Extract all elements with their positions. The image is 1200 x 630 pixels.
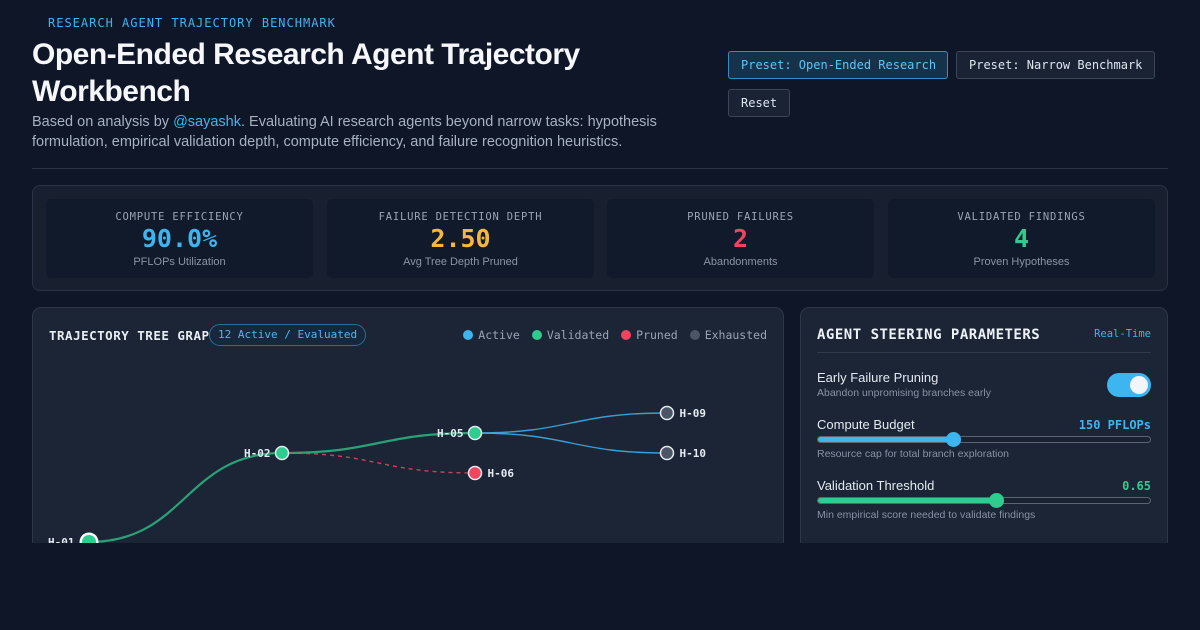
steering-divider — [817, 352, 1151, 353]
early-pruning-help: Abandon unpromising branches early — [817, 387, 991, 399]
metric-caption: Avg Tree Depth Pruned — [403, 256, 518, 268]
metric-label: VALIDATED FINDINGS — [957, 211, 1086, 223]
node-circle — [659, 405, 675, 421]
compute-budget-help: Resource cap for total branch exploratio… — [817, 448, 1010, 460]
node-h-09[interactable]: H-09 — [659, 405, 707, 421]
early-pruning-label: Early Failure Pruning — [817, 370, 939, 385]
eyebrow-label: RESEARCH AGENT TRAJECTORY BENCHMARK — [48, 16, 336, 30]
metric-value: 4 — [1013, 224, 1030, 253]
node-label: H-10 — [680, 447, 707, 460]
metric-label: COMPUTE EFFICIENCY — [115, 211, 244, 223]
slider-thumb[interactable] — [946, 432, 962, 447]
reset-button[interactable]: Reset — [728, 89, 790, 117]
legend-dot — [463, 330, 474, 340]
preset-open-ended-button[interactable]: Preset: Open-Ended Research — [728, 51, 948, 79]
edge-H-02-H-06 — [281, 452, 476, 474]
trajectory-graph-panel: H-01 H-02 H-05 H-06 H-09 H-10 TRAJECTORY TREE… — [32, 307, 784, 543]
validation-threshold-label: Validation Threshold — [817, 478, 935, 493]
node-label: H-02 — [244, 447, 271, 460]
node-circle — [467, 425, 483, 441]
slider-thumb[interactable] — [989, 493, 1005, 508]
legend-label: Pruned — [636, 328, 678, 342]
node-label: H-06 — [488, 467, 515, 480]
graph-count-badge: 12 Active / Evaluated — [209, 324, 367, 346]
viewport: RESEARCH AGENT TRAJECTORY BENCHMARK Open… — [0, 0, 1200, 543]
early-pruning-toggle[interactable] — [1107, 373, 1151, 397]
page-title: Open-Ended Research Agent Trajectory Wor… — [32, 38, 580, 108]
node-h-02[interactable]: H-02 — [244, 445, 290, 461]
legend-item-active: Active — [463, 328, 520, 342]
validation-threshold-help: Min empirical score needed to validate f… — [817, 509, 1036, 521]
legend-dot — [621, 330, 632, 340]
compute-budget-value: 150 PFLOPs — [1078, 418, 1151, 432]
metric-label: PRUNED FAILURES — [687, 211, 794, 223]
node-label: H-05 — [437, 427, 464, 440]
page-subtitle: Based on analysis by @sayashk. Evaluatin… — [32, 112, 712, 152]
metric-value: 90.0% — [141, 224, 218, 253]
header-divider — [32, 168, 1168, 169]
toggle-knob — [1130, 376, 1148, 394]
realtime-indicator: Real-Time — [1094, 328, 1151, 340]
node-h-01[interactable]: H-01 — [48, 532, 99, 544]
node-circle — [467, 465, 483, 481]
metric-caption: PFLOPs Utilization — [133, 256, 226, 268]
compute-budget-label: Compute Budget — [817, 417, 915, 432]
metric-label: FAILURE DETECTION DEPTH — [378, 211, 543, 223]
metric-card-failure-detection-depth: FAILURE DETECTION DEPTH 2.50 Avg Tree De… — [327, 199, 594, 278]
validation-threshold-slider[interactable] — [817, 493, 1151, 508]
preset-narrow-benchmark-button[interactable]: Preset: Narrow Benchmark — [956, 51, 1155, 79]
legend-label: Active — [478, 328, 520, 342]
metric-caption: Abandonments — [703, 256, 778, 268]
metric-caption: Proven Hypotheses — [973, 256, 1070, 268]
compute-budget-slider[interactable] — [817, 432, 1151, 447]
metric-card-validated-findings: VALIDATED FINDINGS 4 Proven Hypotheses — [888, 199, 1155, 278]
metrics-panel: COMPUTE EFFICIENCY 90.0% PFLOPs Utilizat… — [32, 185, 1168, 291]
graph-title: TRAJECTORY TREE GRAPH — [49, 328, 218, 343]
node-label: H-01 — [48, 536, 75, 543]
metric-value: 2 — [732, 224, 749, 253]
node-circle — [659, 445, 675, 461]
agent-steering-panel: AGENT STEERING PARAMETERS Real-Time Earl… — [800, 307, 1168, 543]
legend-dot — [531, 330, 542, 340]
legend-item-pruned: Pruned — [621, 328, 678, 342]
metric-card-compute-efficiency: COMPUTE EFFICIENCY 90.0% PFLOPs Utilizat… — [46, 199, 313, 278]
node-h-10[interactable]: H-10 — [659, 445, 707, 461]
node-circle — [274, 445, 290, 461]
validation-threshold-value: 0.65 — [1122, 479, 1151, 493]
node-h-05[interactable]: H-05 — [437, 425, 483, 441]
legend-dot — [689, 330, 700, 340]
legend-item-exhausted: Exhausted — [689, 328, 767, 342]
slider-fill — [818, 498, 998, 503]
author-handle-link[interactable]: @sayashk — [173, 114, 241, 130]
legend-item-validated: Validated — [531, 328, 610, 342]
node-h-06[interactable]: H-06 — [467, 465, 515, 481]
edge-H-05-H-10 — [474, 432, 668, 454]
metric-card-pruned-failures: PRUNED FAILURES 2 Abandonments — [607, 199, 874, 278]
slider-fill — [818, 437, 955, 442]
node-label: H-09 — [680, 407, 707, 420]
edge-H-05-H-09 — [474, 412, 668, 434]
metric-value: 2.50 — [430, 224, 491, 253]
subtitle-prefix: Based on analysis by — [32, 114, 174, 130]
trajectory-tree-canvas: H-01 H-02 H-05 H-06 H-09 H-10 — [48, 405, 707, 544]
legend-label: Exhausted — [704, 328, 767, 342]
edge-H-01-H-02 — [88, 451, 283, 543]
steering-title: AGENT STEERING PARAMETERS — [817, 327, 1041, 343]
graph-legend: Active Validated Pruned Exhausted — [463, 328, 767, 342]
legend-label: Validated — [546, 328, 610, 342]
